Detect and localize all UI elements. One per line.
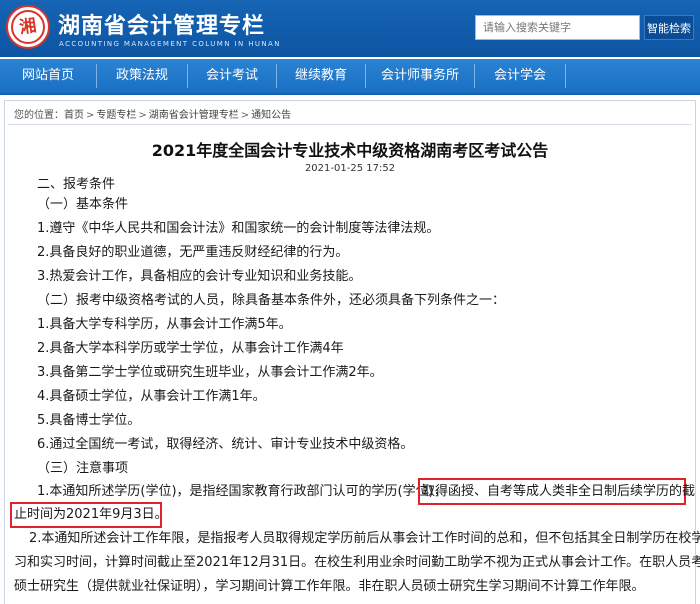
article-paragraph: 6.通过全国统一考试，取得经济、统计、审计专业技术中级资格。: [37, 437, 414, 452]
nav-item-education[interactable]: 继续教育: [277, 59, 365, 93]
breadcrumb: 您的位置：首页 > 专题专栏 > 湖南省会计管理专栏 > 通知公告: [14, 106, 291, 121]
breadcrumb-column[interactable]: 湖南省会计管理专栏: [149, 110, 239, 121]
article-title: 2021年度全国会计专业技术中级资格湖南考区考试公告: [151, 141, 549, 160]
note-paragraph: 硕士研究生（提供就业社保证明），学习期间计算工作年限。非在职人员硕士研究生学习期…: [14, 579, 645, 594]
nav-divider: [565, 64, 566, 88]
nav-item-home[interactable]: 网站首页: [0, 59, 96, 93]
article-paragraph: 4.具备硕士学位，从事会计工作满1年。: [37, 389, 266, 404]
nav-item-policy[interactable]: 政策法规: [97, 59, 187, 93]
breadcrumb-separator: >: [138, 110, 147, 121]
search-input[interactable]: [475, 15, 640, 40]
section-heading: 二、报考条件: [37, 177, 116, 192]
subsection-heading: （一）基本条件: [37, 197, 129, 212]
subsection-heading: （三）注意事项: [37, 461, 129, 476]
article-paragraph: 1.遵守《中华人民共和国会计法》和国家统一的会计制度等法律法规。: [37, 221, 440, 236]
breadcrumb-separator: >: [86, 110, 95, 121]
note-paragraph: 习和实习时间，计算时间截止至2021年12月31日。在校生利用业余时间勤工助学不…: [14, 555, 700, 570]
highlighted-text: 取得函授、自考等成人类非全日制后续学历的截: [422, 484, 696, 499]
article-paragraph: 5.具备博士学位。: [37, 413, 141, 428]
breadcrumb-prefix: 您的位置：: [14, 110, 64, 121]
site-title: 湖南省会计管理专栏: [58, 14, 266, 39]
breadcrumb-divider: [8, 124, 692, 125]
breadcrumb-home[interactable]: 首页: [64, 110, 84, 121]
breadcrumb-separator: >: [240, 110, 250, 121]
article-paragraph: 2.具备良好的职业道德，无严重违反财经纪律的行为。: [37, 245, 349, 260]
article-paragraph: 2.具备大学本科学历或学士学位，从事会计工作满4年: [37, 341, 344, 356]
main-nav: 网站首页 政策法规 会计考试 继续教育 会计师事务所 会计学会: [0, 59, 700, 95]
note-paragraph: 2.本通知所述会计工作年限，是指报考人员取得规定学历前后从事会计工作时间的总和，…: [29, 531, 700, 546]
nav-item-firms[interactable]: 会计师事务所: [366, 59, 474, 93]
subsection-heading: （二）报考中级资格考试的人员，除具备基本条件外，还必须具备下列条件之一：: [37, 293, 506, 308]
nav-item-exam[interactable]: 会计考试: [188, 59, 276, 93]
note-paragraph: 1.本通知所述学历(学位)，是指经国家教育行政部门认可的学历(学位)，: [37, 484, 447, 499]
breadcrumb-topics[interactable]: 专题专栏: [96, 110, 136, 121]
nav-item-society[interactable]: 会计学会: [475, 59, 565, 93]
site-header: 湘 湖南省会计管理专栏 ACCOUNTING MANAGEMENT COLUMN…: [0, 0, 700, 57]
article-paragraph: 1.具备大学专科学历，从事会计工作满5年。: [37, 317, 292, 332]
search-button[interactable]: 智能检索: [644, 15, 694, 40]
highlighted-text: 止时间为2021年9月3日。: [14, 507, 168, 522]
article-paragraph: 3.热爱会计工作，具备相应的会计专业知识和业务技能。: [37, 269, 362, 284]
site-subtitle: ACCOUNTING MANAGEMENT COLUMN IN HUNAN: [59, 40, 281, 48]
breadcrumb-notices[interactable]: 通知公告: [251, 110, 291, 121]
site-logo[interactable]: 湘: [6, 5, 50, 49]
article-date: 2021-01-25 17:52: [304, 163, 396, 174]
hunan-accounting-seal-icon: 湘: [18, 15, 38, 39]
article-paragraph: 3.具备第二学士学位或研究生班毕业，从事会计工作满2年。: [37, 365, 383, 380]
